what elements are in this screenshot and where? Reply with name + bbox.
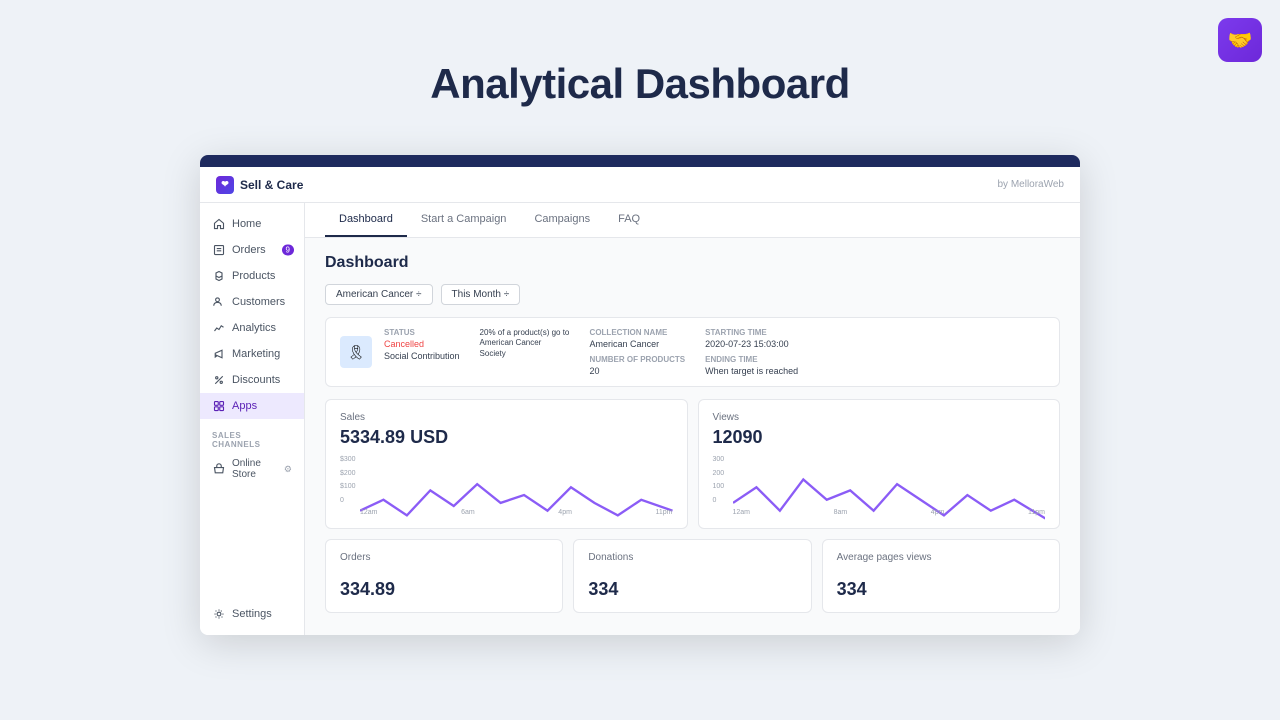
sales-chart-y-labels: $300 $200 $100 0 (340, 456, 356, 504)
sidebar-item-apps-label: Apps (232, 400, 257, 412)
collection-value: American Cancer (590, 339, 686, 349)
sales-label: Sales (340, 412, 673, 423)
sidebar-item-products-label: Products (232, 270, 275, 282)
sidebar-item-customers[interactable]: Customers (200, 289, 304, 315)
campaign-card: 🎗 Status Cancelled Social Contribution 2… (325, 317, 1060, 387)
tab-campaigns[interactable]: Campaigns (520, 203, 604, 237)
online-store-label: Online Store (232, 458, 284, 480)
tab-dashboard[interactable]: Dashboard (325, 203, 407, 237)
tab-faq[interactable]: FAQ (604, 203, 654, 237)
sidebar-item-apps[interactable]: Apps (200, 393, 304, 419)
period-filter-button[interactable]: This Month ÷ (441, 284, 521, 305)
orders-value: 334.89 (340, 579, 548, 600)
top-logo-icon: 🤝 (1218, 18, 1262, 62)
collection-label: Collection name (590, 328, 686, 337)
app-window: ❤ Sell & Care by MelloraWeb Home (200, 155, 1080, 635)
views-value: 12090 (713, 427, 1046, 448)
description-value: 20% of a product(s) go to American Cance… (480, 328, 570, 359)
campaign-thumbnail: 🎗 (340, 336, 372, 368)
content-area: Dashboard American Cancer ÷ This Month ÷… (305, 238, 1080, 629)
orders-label: Orders (340, 552, 548, 563)
status-field: Status Cancelled Social Contribution (384, 328, 460, 376)
collection-field: Collection name American Cancer Number o… (590, 328, 686, 376)
views-chart-y-labels: 300 200 100 0 (713, 456, 725, 504)
avg-page-views-value: 334 (837, 579, 1045, 600)
avg-page-views-label: Average pages views (837, 552, 1045, 563)
brand-name: Sell & Care (240, 178, 303, 192)
app-brand: ❤ Sell & Care (216, 176, 303, 194)
sales-chart: $300 $200 $100 0 12am 6am 4 (340, 456, 673, 516)
brand-icon: ❤ (216, 176, 234, 194)
app-body: Home Orders 9 (200, 203, 1080, 635)
sidebar-item-discounts[interactable]: Discounts (200, 367, 304, 393)
starting-label: Starting time (705, 328, 798, 337)
online-store-settings-icon[interactable]: ⚙ (284, 464, 292, 475)
donations-label: Donations (588, 552, 796, 563)
sidebar-item-settings[interactable]: Settings (200, 601, 1080, 627)
main-content: Dashboard Start a Campaign Campaigns FAQ… (305, 203, 1080, 635)
page-title: Analytical Dashboard (0, 0, 1280, 138)
sidebar-item-home-label: Home (232, 218, 261, 230)
starting-value: 2020-07-23 15:03:00 (705, 339, 798, 349)
sidebar-item-marketing[interactable]: Marketing (200, 341, 304, 367)
number-label: Number of products (590, 355, 686, 364)
ending-label: Ending time (705, 355, 798, 364)
sidebar-item-marketing-label: Marketing (232, 348, 280, 360)
settings-icon (212, 607, 226, 621)
sales-channels-title: SALES CHANNELS (200, 419, 304, 453)
sidebar-item-discounts-label: Discounts (232, 374, 280, 386)
sidebar-item-home[interactable]: Home (200, 211, 304, 237)
customers-icon (212, 295, 226, 309)
products-icon (212, 269, 226, 283)
period-filter-label: This Month ÷ (452, 289, 510, 300)
views-chart-svg (733, 456, 1046, 531)
views-card: Views 12090 300 200 100 0 (698, 399, 1061, 529)
sidebar-item-online-store[interactable]: Online Store ⚙ (200, 453, 304, 485)
sales-chart-x-labels: 12am 6am 4pm 11pm (360, 509, 673, 516)
app-header: ❤ Sell & Care by MelloraWeb (200, 167, 1080, 203)
apps-icon (212, 399, 226, 413)
title-bar (200, 155, 1080, 167)
online-store-icon (212, 462, 226, 476)
sales-value: 5334.89 USD (340, 427, 673, 448)
marketing-icon (212, 347, 226, 361)
home-icon (212, 217, 226, 231)
sales-chart-svg (360, 456, 673, 531)
sidebar-item-orders[interactable]: Orders 9 (200, 237, 304, 263)
orders-icon (212, 243, 226, 257)
by-text: by MelloraWeb (997, 179, 1064, 190)
stats-grid-top: Sales 5334.89 USD $300 $200 $100 0 (325, 399, 1060, 529)
campaign-filter-label: American Cancer ÷ (336, 289, 422, 300)
status-sub: Social Contribution (384, 351, 460, 361)
sidebar-item-analytics-label: Analytics (232, 322, 276, 334)
orders-badge: 9 (282, 245, 294, 256)
views-chart-x-labels: 12am 8am 4pm 11pm (733, 509, 1046, 516)
views-chart: 300 200 100 0 12am 8am 4pm (713, 456, 1046, 516)
number-value: 20 (590, 366, 686, 376)
dashboard-title: Dashboard (325, 254, 1060, 272)
analytics-icon (212, 321, 226, 335)
campaign-filter-button[interactable]: American Cancer ÷ (325, 284, 433, 305)
tab-start-campaign[interactable]: Start a Campaign (407, 203, 521, 237)
discounts-icon (212, 373, 226, 387)
description-field: 20% of a product(s) go to American Cance… (480, 328, 570, 376)
sales-card: Sales 5334.89 USD $300 $200 $100 0 (325, 399, 688, 529)
timing-field: Starting time 2020-07-23 15:03:00 Ending… (705, 328, 798, 376)
sidebar-item-products[interactable]: Products (200, 263, 304, 289)
online-store-left: Online Store (212, 458, 284, 480)
sidebar-item-customers-label: Customers (232, 296, 285, 308)
status-label: Status (384, 328, 460, 337)
sidebar-item-settings-label: Settings (232, 608, 272, 620)
status-value: Cancelled (384, 339, 460, 349)
sidebar-item-analytics[interactable]: Analytics (200, 315, 304, 341)
filters-row: American Cancer ÷ This Month ÷ (325, 284, 1060, 305)
campaign-info: Status Cancelled Social Contribution 20%… (384, 328, 1045, 376)
views-label: Views (713, 412, 1046, 423)
sidebar-item-orders-label: Orders (232, 244, 266, 256)
nav-tabs: Dashboard Start a Campaign Campaigns FAQ (305, 203, 1080, 238)
sidebar: Home Orders 9 (200, 203, 305, 635)
donations-value: 334 (588, 579, 796, 600)
ending-value: When target is reached (705, 366, 798, 376)
